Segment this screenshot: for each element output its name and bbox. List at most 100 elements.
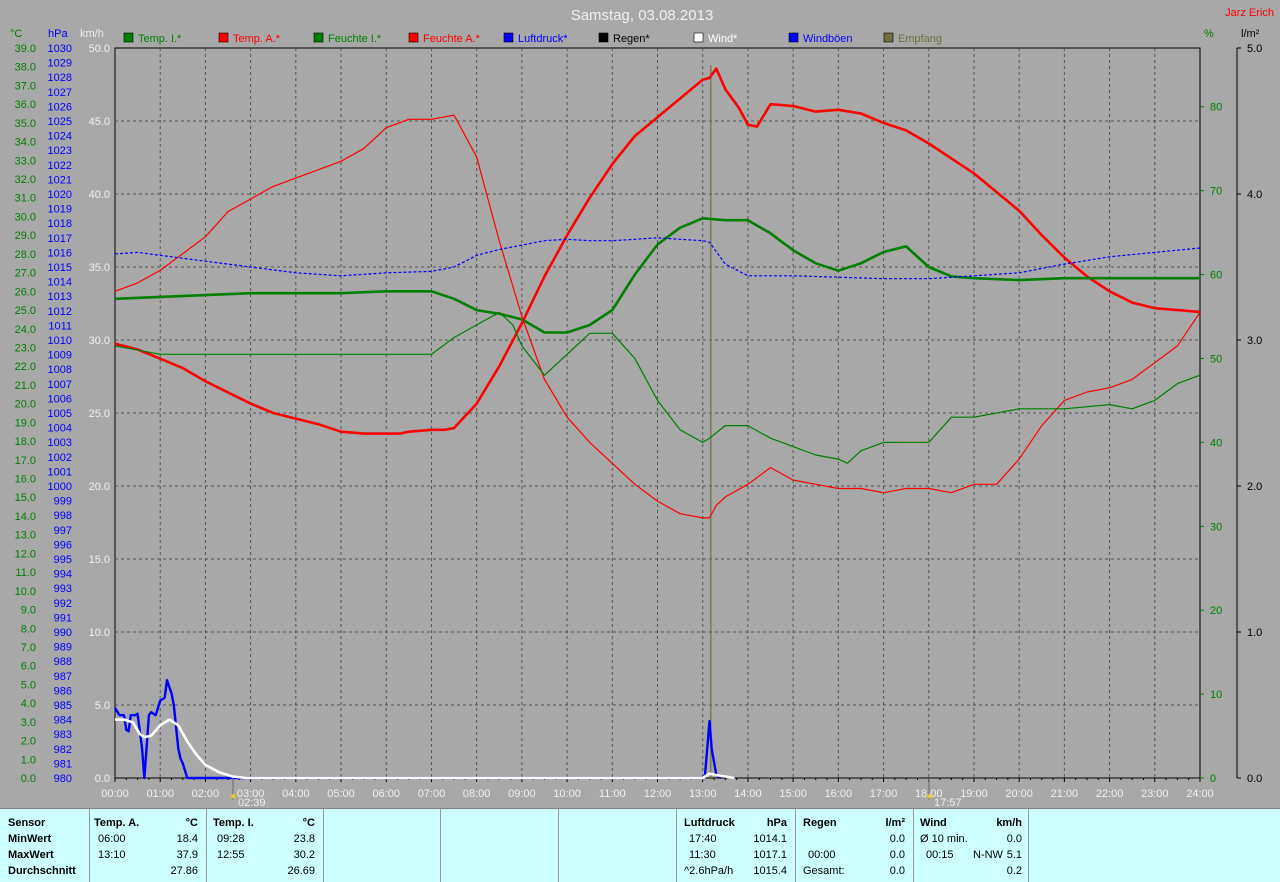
wind-axis-tick: 45.0 bbox=[89, 116, 110, 128]
temp-axis-tick: 29.0 bbox=[15, 230, 36, 242]
pressure-axis-tick: 1011 bbox=[48, 320, 72, 332]
temp-axis-tick: 25.0 bbox=[15, 305, 36, 317]
pressure-axis-tick: 988 bbox=[54, 656, 72, 668]
pressure-max-val: 1017.1 bbox=[753, 849, 787, 861]
temp-axis-tick: 17.0 bbox=[15, 455, 36, 467]
pressure-axis-tick: 996 bbox=[54, 539, 72, 551]
rain-column: Regen l/m² 0.0 00:00 0.0 Gesamt: 0.0 bbox=[796, 809, 914, 882]
temp-axis-tick: 19.0 bbox=[15, 417, 36, 429]
temp-axis-tick: 22.0 bbox=[15, 361, 36, 373]
rain-val: 0.0 bbox=[889, 833, 905, 845]
pressure-axis-tick: 1022 bbox=[48, 160, 72, 172]
pressure-axis-tick: 991 bbox=[54, 612, 72, 624]
row-label-min: MinWert bbox=[8, 833, 52, 845]
legend-label: Regen* bbox=[613, 33, 650, 45]
temp-a-min-time: 06:00 bbox=[98, 833, 126, 845]
legend-label: Feuchte I.* bbox=[328, 33, 382, 45]
empty-column-3 bbox=[559, 809, 677, 882]
pressure-max-time: 11:30 bbox=[689, 849, 716, 861]
pressure-axis-tick: 997 bbox=[54, 525, 72, 537]
author-label: Jarz Erich bbox=[1225, 7, 1274, 19]
temp-a-max-time: 13:10 bbox=[98, 849, 126, 861]
wind-axis-unit: km/h bbox=[80, 28, 104, 40]
pressure-axis-tick: 1013 bbox=[48, 291, 72, 303]
rain-total-label: Gesamt: bbox=[803, 865, 845, 877]
pressure-axis-tick: 1007 bbox=[48, 379, 72, 391]
wind-avg-label: Ø 10 min. bbox=[920, 833, 968, 845]
temp-a-avg: 27.86 bbox=[170, 865, 198, 877]
wind-axis-tick: 0.0 bbox=[95, 773, 110, 785]
pressure-axis-tick: 998 bbox=[54, 510, 72, 522]
x-axis-tick: 01:00 bbox=[146, 788, 174, 800]
legend-swatch bbox=[123, 32, 134, 43]
rain-total: 0.0 bbox=[889, 865, 905, 877]
pressure-axis-tick: 994 bbox=[54, 569, 72, 581]
x-axis-tick: 20:00 bbox=[1005, 788, 1033, 800]
humidity-axis-tick: 60 bbox=[1210, 270, 1222, 282]
pressure-axis-tick: 995 bbox=[54, 554, 72, 566]
legend-swatch bbox=[883, 32, 894, 43]
pressure-axis-tick: 992 bbox=[54, 598, 72, 610]
legend-label: Luftdruck* bbox=[518, 33, 568, 45]
temp-axis-tick: 10.0 bbox=[15, 586, 36, 598]
temp-axis-tick: 39.0 bbox=[15, 43, 36, 55]
wind-gust-time: 00:15 bbox=[926, 849, 954, 861]
temp-axis-tick: 2.0 bbox=[21, 736, 36, 748]
temp-i-unit: °C bbox=[302, 817, 315, 829]
legend-swatch bbox=[693, 32, 704, 43]
pressure-axis-tick: 1027 bbox=[48, 87, 72, 99]
pressure-header: Luftdruck bbox=[684, 817, 735, 829]
sunset-time: 17:57 bbox=[934, 797, 962, 808]
x-axis-tick: 10:00 bbox=[553, 788, 581, 800]
x-axis-tick: 12:00 bbox=[644, 788, 672, 800]
pressure-unit: hPa bbox=[766, 817, 787, 829]
temp-axis-tick: 23.0 bbox=[15, 342, 36, 354]
temp-axis-tick: 16.0 bbox=[15, 474, 36, 486]
humidity-axis-tick: 10 bbox=[1210, 689, 1222, 701]
pressure-axis-tick: 1008 bbox=[48, 364, 72, 376]
temp-i-avg: 26.69 bbox=[287, 865, 315, 877]
temp-a-header: Temp. A. bbox=[94, 817, 140, 829]
legend-swatch bbox=[788, 32, 799, 43]
pressure-axis-tick: 1029 bbox=[48, 58, 72, 70]
wind-axis-tick: 10.0 bbox=[89, 627, 110, 639]
temp-axis-unit: °C bbox=[10, 28, 22, 40]
wind-gust-dir: N-NW bbox=[973, 849, 1003, 861]
temp-axis-tick: 0.0 bbox=[21, 773, 36, 785]
temp-i-max-val: 30.2 bbox=[293, 849, 315, 861]
pressure-trend: ^2.6hPa/h bbox=[684, 865, 734, 877]
pressure-axis-tick: 980 bbox=[54, 773, 72, 785]
temp-axis-tick: 14.0 bbox=[15, 511, 36, 523]
pressure-axis-tick: 1006 bbox=[48, 393, 72, 405]
temp-axis-tick: 24.0 bbox=[15, 324, 36, 336]
wind-axis-tick: 20.0 bbox=[89, 481, 110, 493]
temp-axis-tick: 35.0 bbox=[15, 118, 36, 130]
wind-axis-tick: 15.0 bbox=[89, 554, 110, 566]
pressure-axis-tick: 999 bbox=[54, 496, 72, 508]
wind-axis-tick: 50.0 bbox=[89, 43, 110, 55]
x-axis-tick: 16:00 bbox=[825, 788, 853, 800]
x-axis-tick: 04:00 bbox=[282, 788, 310, 800]
pressure-axis-tick: 1023 bbox=[48, 145, 72, 157]
pressure-axis-tick: 1003 bbox=[48, 437, 72, 449]
temp-i-max-time: 12:55 bbox=[217, 849, 245, 861]
temp-axis-tick: 38.0 bbox=[15, 62, 36, 74]
pressure-axis-tick: 1009 bbox=[48, 350, 72, 362]
pressure-axis-tick: 985 bbox=[54, 700, 72, 712]
wind-axis-tick: 40.0 bbox=[89, 189, 110, 201]
temp-axis-tick: 5.0 bbox=[21, 679, 36, 691]
temp-axis-tick: 34.0 bbox=[15, 137, 36, 149]
pressure-column: Luftdruck hPa 17:40 1014.1 11:30 1017.1 … bbox=[677, 809, 796, 882]
legend-swatch bbox=[503, 32, 514, 43]
temp-i-header: Temp. I. bbox=[213, 817, 254, 829]
x-axis-tick: 08:00 bbox=[463, 788, 491, 800]
pressure-axis-tick: 981 bbox=[54, 758, 72, 770]
rain-header: Regen bbox=[803, 817, 837, 829]
empty-column-1 bbox=[324, 809, 441, 882]
pressure-min-val: 1014.1 bbox=[753, 833, 787, 845]
pressure-axis-tick: 983 bbox=[54, 729, 72, 741]
row-label-avg: Durchschnitt bbox=[8, 865, 76, 877]
rain-axis-tick: 5.0 bbox=[1247, 43, 1262, 55]
x-axis-tick: 14:00 bbox=[734, 788, 762, 800]
temp-axis-tick: 32.0 bbox=[15, 174, 36, 186]
